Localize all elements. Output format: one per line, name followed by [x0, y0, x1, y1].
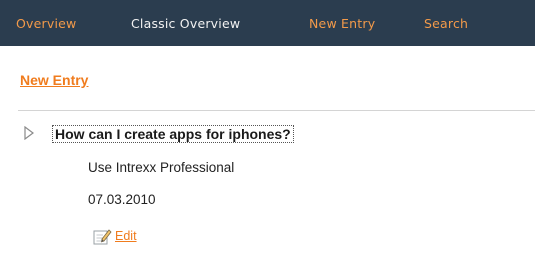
nav-item-overview[interactable]: Overview — [16, 16, 76, 31]
entry-date: 07.03.2010 — [88, 192, 156, 207]
edit-link[interactable]: Edit — [115, 229, 137, 243]
entry-answer: Use Intrexx Professional — [88, 160, 235, 175]
nav-item-new-entry[interactable]: New Entry — [309, 16, 375, 31]
pencil-note-icon[interactable] — [93, 228, 112, 245]
entry-question[interactable]: How can I create apps for iphones? — [52, 125, 294, 143]
top-navbar: Overview Classic Overview New Entry Sear… — [0, 0, 535, 46]
edit-action[interactable]: Edit — [93, 227, 137, 245]
triangle-right-icon[interactable] — [24, 126, 34, 140]
nav-item-search[interactable]: Search — [424, 16, 468, 31]
divider — [18, 110, 535, 111]
nav-item-classic-overview[interactable]: Classic Overview — [131, 16, 240, 31]
new-entry-link[interactable]: New Entry — [20, 72, 88, 88]
